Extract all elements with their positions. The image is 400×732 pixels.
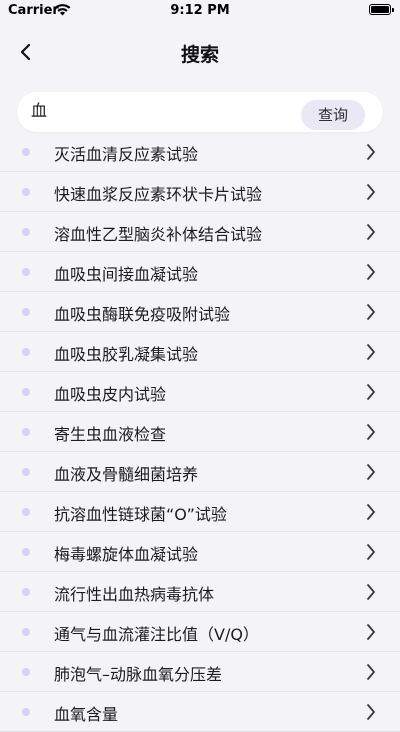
list-item[interactable]: 灭活血清反应素试验 [0, 132, 400, 172]
battery-icon [369, 4, 394, 15]
list-item[interactable]: 快速血浆反应素环状卡片试验 [0, 172, 400, 212]
bullet-dot [22, 188, 30, 196]
bullet-dot [22, 148, 30, 156]
chevron-right-icon [367, 304, 375, 320]
list-item[interactable]: 血吸虫间接血凝试验 [0, 252, 400, 292]
list-item-label: 肺泡气–动脉血氧分压差 [54, 665, 223, 684]
list-item-label: 血吸虫间接血凝试验 [54, 265, 199, 284]
chevron-right-icon [367, 704, 375, 720]
list-item[interactable]: 寄生虫血液检查 [0, 412, 400, 452]
list-item-label: 溶血性乙型脑炎补体结合试验 [54, 225, 263, 244]
list-item[interactable]: 血吸虫皮内试验 [0, 372, 400, 412]
bullet-dot [22, 428, 30, 436]
list-item[interactable]: 梅毒螺旋体血凝试验 [0, 532, 400, 572]
chevron-right-icon [367, 184, 375, 200]
query-button[interactable]: 查询 [301, 100, 365, 130]
list-item-label: 抗溶血性链球菌“O”试验 [54, 505, 227, 524]
bullet-dot [22, 588, 30, 596]
bullet-dot [22, 308, 30, 316]
bullet-dot [22, 228, 30, 236]
list-item-label: 血吸虫胶乳凝集试验 [54, 345, 199, 364]
list-item[interactable]: 血吸虫胶乳凝集试验 [0, 332, 400, 372]
list-item[interactable]: 血液及骨髓细菌培养 [0, 452, 400, 492]
list-item-label: 血吸虫皮内试验 [54, 385, 167, 404]
list-item-label: 寄生虫血液检查 [54, 425, 167, 444]
page-title: 搜索 [180, 44, 219, 66]
bullet-dot [22, 388, 30, 396]
list-item[interactable]: 血吸虫酶联免疫吸附试验 [0, 292, 400, 332]
bullet-dot [22, 508, 30, 516]
list-item-label: 血吸虫酶联免疫吸附试验 [54, 305, 231, 324]
list-item[interactable]: 溶血性乙型脑炎补体结合试验 [0, 212, 400, 252]
list-item[interactable]: 抗溶血性链球菌“O”试验 [0, 492, 400, 532]
chevron-right-icon [367, 424, 375, 440]
list-item[interactable]: 通气与血流灌注比值（V/Q） [0, 612, 400, 652]
bullet-dot [22, 348, 30, 356]
nav-bar: 搜索 [0, 30, 400, 74]
chevron-right-icon [367, 344, 375, 360]
search-input[interactable] [31, 98, 301, 120]
bullet-dot [22, 548, 30, 556]
list-item-label: 灭活血清反应素试验 [54, 145, 199, 164]
clock: 9:12 PM [170, 3, 230, 18]
list-item-label: 血氧含量 [54, 705, 119, 724]
chevron-right-icon [367, 224, 375, 240]
bullet-dot [22, 628, 30, 636]
chevron-right-icon [367, 144, 375, 160]
list-item-label: 流行性出血热病毒抗体 [54, 585, 215, 604]
status-bar: Carrier 9:12 PM [0, 0, 400, 24]
chevron-right-icon [367, 624, 375, 640]
bullet-dot [22, 468, 30, 476]
list-item[interactable]: 肺泡气–动脉血氧分压差 [0, 652, 400, 692]
chevron-right-icon [367, 584, 375, 600]
chevron-right-icon [367, 664, 375, 680]
list-item-label: 快速血浆反应素环状卡片试验 [54, 185, 263, 204]
chevron-right-icon [367, 504, 375, 520]
chevron-right-icon [367, 384, 375, 400]
bullet-dot [22, 668, 30, 676]
list-item[interactable]: 血氧含量 [0, 692, 400, 732]
list-item[interactable]: 流行性出血热病毒抗体 [0, 572, 400, 612]
chevron-right-icon [367, 464, 375, 480]
chevron-right-icon [367, 264, 375, 280]
list-item-label: 通气与血流灌注比值（V/Q） [54, 625, 259, 644]
bullet-dot [22, 268, 30, 276]
chevron-right-icon [367, 544, 375, 560]
search-bar: 查询 [17, 92, 383, 132]
bullet-dot [22, 708, 30, 716]
list-item-label: 血液及骨髓细菌培养 [54, 465, 199, 484]
list-item-label: 梅毒螺旋体血凝试验 [54, 545, 199, 564]
result-list: 灭活血清反应素试验快速血浆反应素环状卡片试验 溶血性乙型脑炎补体结合试验 血吸虫间接… [0, 132, 400, 732]
